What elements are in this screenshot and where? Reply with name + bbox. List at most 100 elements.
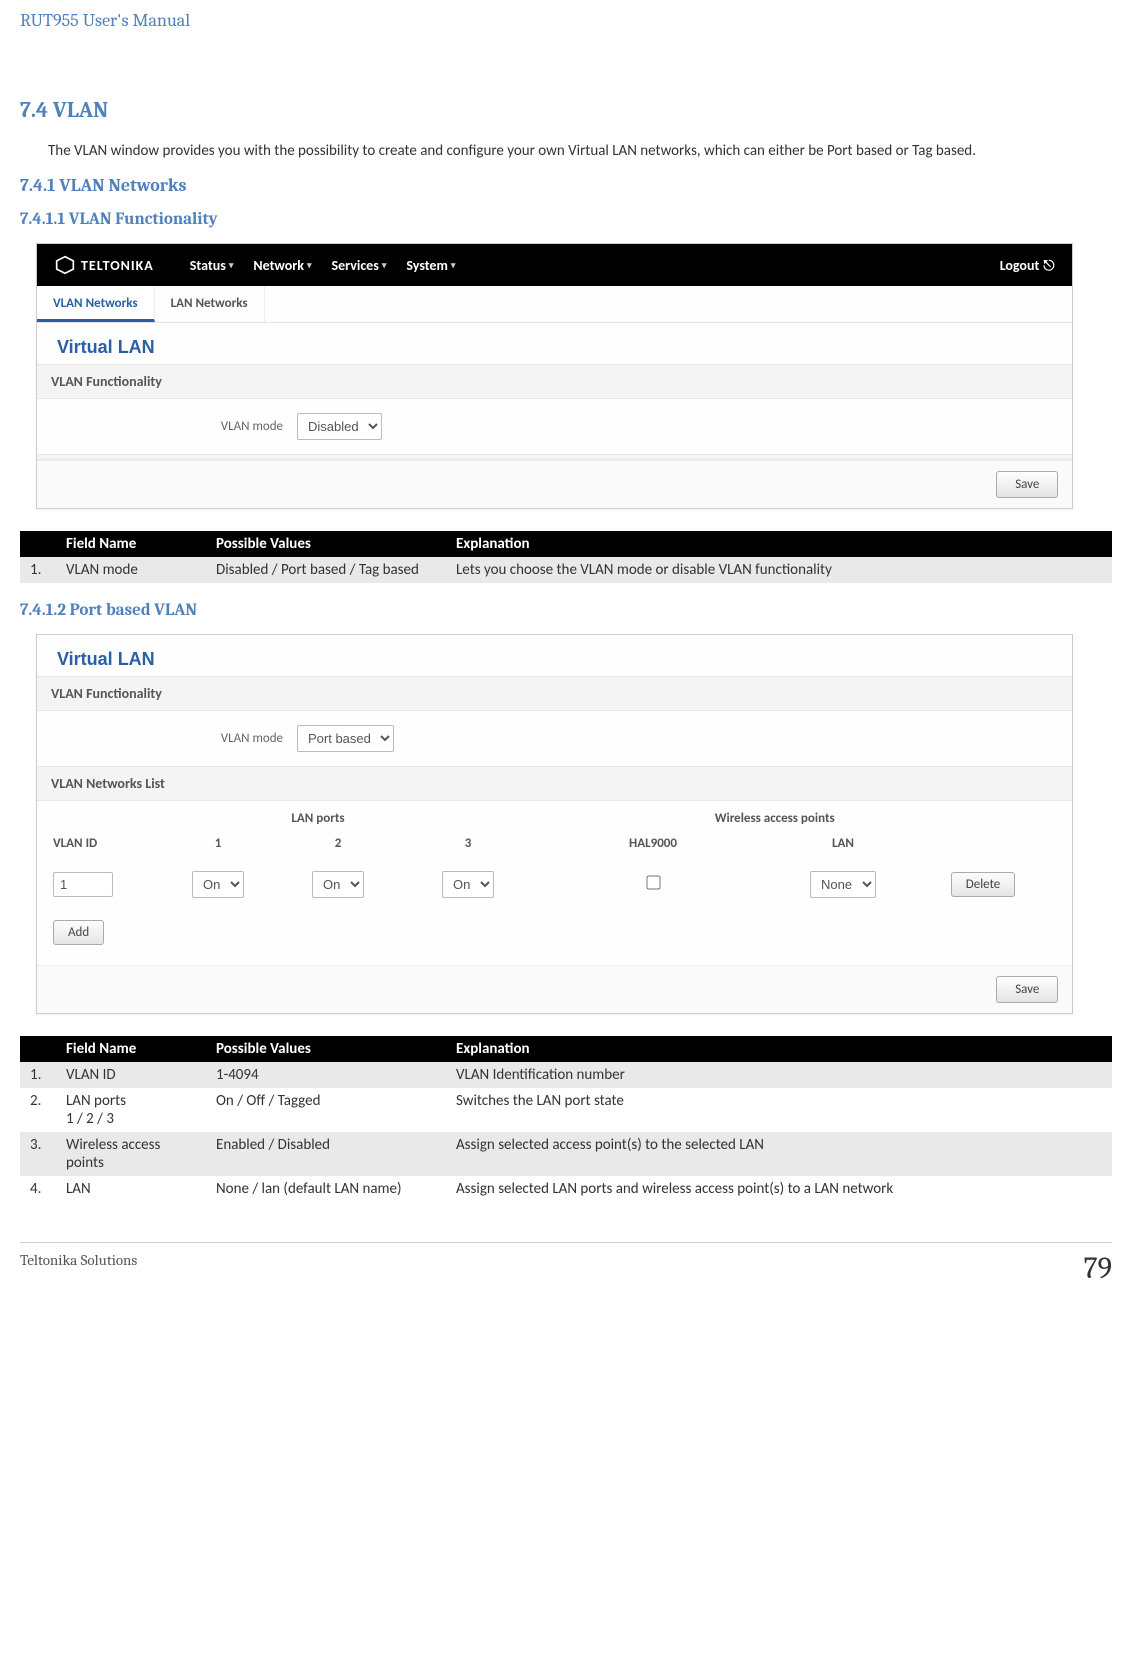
page-number: 79 (1084, 1251, 1112, 1286)
logout-label: Logout (1000, 257, 1040, 274)
cell-n: 4. (20, 1176, 56, 1202)
add-button[interactable]: Add (53, 920, 104, 945)
heading-7-4-1: 7.4.1 VLAN Networks (20, 175, 1112, 196)
intro-paragraph: The VLAN window provides you with the po… (20, 141, 1112, 161)
cell-vals: None / lan (default LAN name) (206, 1176, 446, 1202)
chevron-down-icon: ▾ (451, 260, 456, 271)
cell-n: 1. (20, 557, 56, 583)
th-explanation: Explanation (446, 1036, 1112, 1062)
cell-vals: Enabled / Disabled (206, 1132, 446, 1176)
th-possible-values: Possible Values (206, 531, 446, 557)
section-vlan-functionality: VLAN Functionality (37, 676, 1072, 711)
cell-field: VLAN ID (56, 1062, 206, 1088)
th-field-name: Field Name (56, 1036, 206, 1062)
heading-7-4-1-1: 7.4.1.1 VLAN Functionality (20, 210, 1112, 229)
panel-title: Virtual LAN (37, 635, 1072, 676)
cell-exp: Assign selected LAN ports and wireless a… (446, 1176, 1112, 1202)
cell-exp: Assign selected access point(s) to the s… (446, 1132, 1112, 1176)
table-row: 2. LAN ports 1 / 2 / 3 On / Off / Tagged… (20, 1088, 1112, 1132)
table-row: 1. VLAN mode Disabled / Port based / Tag… (20, 557, 1112, 583)
save-button[interactable]: Save (996, 976, 1058, 1003)
brand-hex-icon (55, 255, 75, 275)
cell-field: Wireless access points (56, 1132, 206, 1176)
col-vlan-id: VLAN ID (53, 836, 143, 851)
select-port-1[interactable]: On (192, 871, 244, 898)
cell-exp: VLAN Identification number (446, 1062, 1112, 1088)
chevron-down-icon: ▾ (229, 260, 234, 271)
blank (53, 811, 143, 826)
cell-exp: Switches the LAN port state (446, 1088, 1112, 1132)
cell-port-1: On (173, 871, 263, 898)
group-header-row: LAN ports Wireless access points (49, 801, 1060, 826)
hdr-wireless-access-points: Wireless access points (493, 811, 1056, 826)
section-vlan-functionality: VLAN Functionality (37, 364, 1072, 399)
select-port-2[interactable]: On (312, 871, 364, 898)
top-nav-bar: TELTONIKA Status▾ Network▾ Services▾ Sys… (37, 244, 1072, 286)
hdr-lan-ports: LAN ports (173, 811, 463, 826)
add-row: Add (49, 908, 1060, 965)
tab-vlan-networks[interactable]: VLAN Networks (37, 286, 155, 322)
cell-n: 3. (20, 1132, 56, 1176)
select-lan[interactable]: None (810, 871, 876, 898)
doc-header: RUT955 User's Manual (20, 10, 1112, 37)
section-vlan-networks-list: VLAN Networks List (37, 766, 1072, 801)
th-field-name: Field Name (56, 531, 206, 557)
brand-text: TELTONIKA (81, 257, 154, 274)
field-table-2: Field Name Possible Values Explanation 1… (20, 1036, 1112, 1202)
th-idx (20, 1036, 56, 1062)
menu-status-label: Status (190, 257, 226, 274)
menu-system-label: System (406, 257, 448, 274)
menu-system[interactable]: System▾ (400, 257, 461, 274)
cell-port-2: On (293, 871, 383, 898)
screenshot-vlan-functionality: TELTONIKA Status▾ Network▾ Services▾ Sys… (36, 243, 1073, 509)
col-port-3: 3 (413, 836, 523, 851)
button-row: Save (37, 965, 1072, 1013)
logout-link[interactable]: Logout ⎋ (1000, 257, 1055, 274)
col-wap: HAL9000 (553, 836, 753, 851)
cell-port-3: On (413, 871, 523, 898)
field-table-1: Field Name Possible Values Explanation 1… (20, 531, 1112, 583)
col-port-1: 1 (173, 836, 263, 851)
cell-vals: 1-4094 (206, 1062, 446, 1088)
checkbox-wap[interactable] (646, 876, 660, 890)
label-vlan-mode: VLAN mode (37, 731, 297, 746)
heading-7-4: 7.4 VLAN (20, 97, 1112, 123)
th-idx (20, 531, 56, 557)
sub-tabs: VLAN Networks LAN Networks (37, 286, 1072, 323)
label-vlan-mode: VLAN mode (37, 419, 297, 434)
delete-button[interactable]: Delete (951, 872, 1016, 897)
screenshot-port-based-vlan: Virtual LAN VLAN Functionality VLAN mode… (36, 634, 1073, 1014)
cell-vlan-id (53, 872, 143, 897)
th-explanation: Explanation (446, 531, 1112, 557)
cell-field: VLAN mode (56, 557, 206, 583)
table-row: 3. Wireless access points Enabled / Disa… (20, 1132, 1112, 1176)
cell-exp: Lets you choose the VLAN mode or disable… (446, 557, 1112, 583)
select-vlan-mode[interactable]: Disabled (297, 413, 382, 440)
cell-field: LAN (56, 1176, 206, 1202)
cell-lan: None (783, 871, 903, 898)
form-row-vlan-mode: VLAN mode Port based (37, 711, 1072, 766)
panel-title: Virtual LAN (37, 323, 1072, 364)
form-row-vlan-mode: VLAN mode Disabled (37, 399, 1072, 454)
menu-network[interactable]: Network▾ (247, 257, 317, 274)
chevron-down-icon: ▾ (382, 260, 387, 271)
select-vlan-mode[interactable]: Port based (297, 725, 394, 752)
table-row: 4. LAN None / lan (default LAN name) Ass… (20, 1176, 1112, 1202)
page-footer: Teltonika Solutions 79 (20, 1242, 1112, 1286)
input-vlan-id[interactable] (53, 872, 113, 897)
select-port-3[interactable]: On (442, 871, 494, 898)
col-lan: LAN (783, 836, 903, 851)
cell-n: 1. (20, 1062, 56, 1088)
vlan-grid: LAN ports Wireless access points VLAN ID… (37, 801, 1072, 965)
table-row: 1. VLAN ID 1-4094 VLAN Identification nu… (20, 1062, 1112, 1088)
chevron-down-icon: ▾ (307, 260, 312, 271)
vlan-row: On On On None Delete (49, 861, 1060, 908)
cell-vals: Disabled / Port based / Tag based (206, 557, 446, 583)
save-button[interactable]: Save (996, 471, 1058, 498)
cell-field: LAN ports 1 / 2 / 3 (56, 1088, 206, 1132)
menu-status[interactable]: Status▾ (184, 257, 240, 274)
heading-7-4-1-2: 7.4.1.2 Port based VLAN (20, 601, 1112, 620)
cell-vals: On / Off / Tagged (206, 1088, 446, 1132)
tab-lan-networks[interactable]: LAN Networks (155, 286, 265, 322)
menu-services[interactable]: Services▾ (326, 257, 393, 274)
